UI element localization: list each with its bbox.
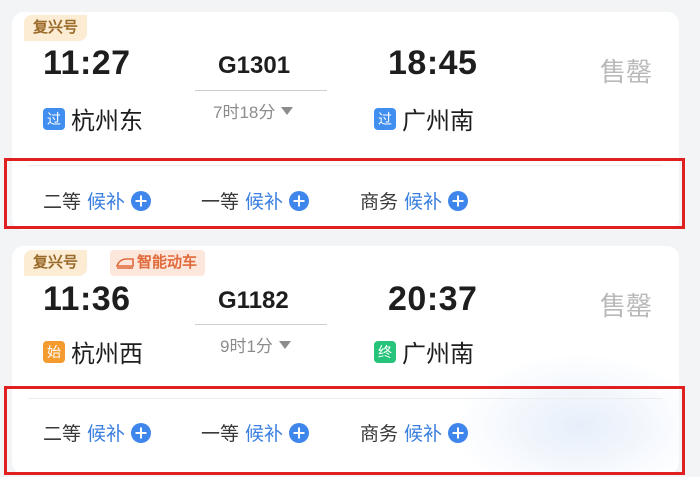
train-icon: [116, 258, 134, 269]
from-station-name: 杭州东: [71, 108, 143, 135]
train-number: G1182: [218, 287, 289, 314]
train-type-tag: 复兴号: [24, 250, 88, 276]
terminal-badge: 终: [374, 340, 396, 363]
highlight-box: [4, 386, 685, 475]
duration-text: 7时18分: [213, 103, 276, 122]
route-line: [195, 324, 327, 325]
route-line: [195, 90, 327, 91]
sold-out-status: 售罄: [600, 57, 653, 87]
to-station: 终 广州南: [374, 334, 474, 369]
depart-time: 11:27: [43, 44, 131, 82]
to-station: 过 广州南: [374, 101, 474, 136]
smart-train-label: 智能动车: [137, 254, 198, 271]
sold-out-status: 售罄: [600, 291, 653, 321]
smart-train-tag: 智能动车: [110, 250, 206, 276]
pass-badge: 过: [374, 107, 396, 130]
from-station: 始 杭州西: [43, 334, 143, 369]
train-number: G1301: [218, 52, 291, 79]
pass-badge: 过: [43, 107, 65, 130]
origin-badge: 始: [43, 340, 65, 363]
train-type-tag: 复兴号: [24, 15, 88, 41]
arrive-time: 20:37: [388, 280, 478, 318]
duration-text: 9时1分: [220, 337, 273, 356]
chevron-down-icon: [278, 340, 291, 349]
to-station-name: 广州南: [402, 341, 474, 368]
duration-toggle[interactable]: 9时1分: [220, 332, 291, 357]
from-station: 过 杭州东: [43, 101, 143, 136]
duration-toggle[interactable]: 7时18分: [213, 98, 294, 123]
highlight-box: [4, 158, 685, 229]
depart-time: 11:36: [43, 280, 131, 318]
arrive-time: 18:45: [388, 44, 478, 82]
from-station-name: 杭州西: [71, 341, 143, 368]
to-station-name: 广州南: [402, 108, 474, 135]
chevron-down-icon: [281, 106, 294, 115]
